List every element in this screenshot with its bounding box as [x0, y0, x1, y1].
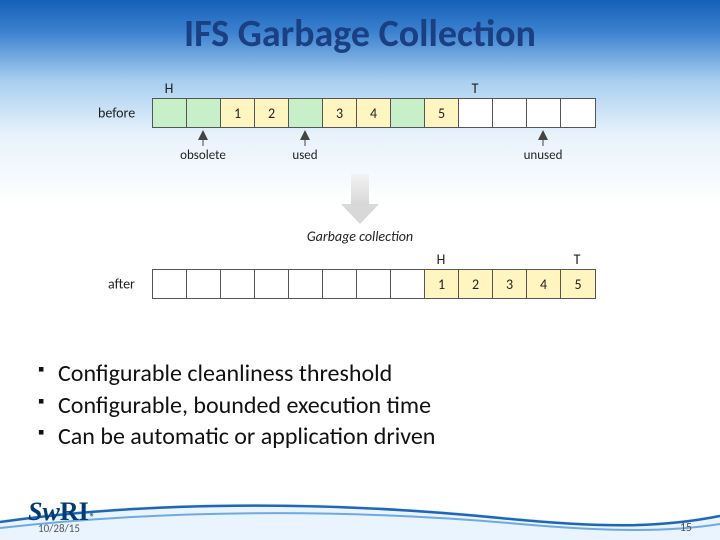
before-cells: 12 34 5 — [152, 98, 596, 128]
memory-cell — [187, 270, 221, 298]
gc-label: Garbage collection — [110, 228, 610, 245]
memory-cell — [289, 270, 323, 298]
memory-cell: 4 — [357, 99, 391, 127]
memory-cell: 4 — [527, 270, 561, 298]
memory-cell — [561, 99, 595, 127]
arrow-up-icon — [538, 130, 548, 140]
memory-cell — [493, 99, 527, 127]
memory-cell: 3 — [323, 99, 357, 127]
memory-cell — [153, 99, 187, 127]
memory-cell: 3 — [493, 270, 527, 298]
arrow-stem — [203, 140, 204, 146]
before-pointer-row: H T — [110, 80, 610, 98]
memory-cell — [459, 99, 493, 127]
memory-cell — [153, 270, 187, 298]
after-row: after 12345 — [110, 269, 610, 299]
memory-cell — [221, 270, 255, 298]
gc-diagram: H T before 12345 obsolete used unused Ga… — [110, 80, 610, 299]
annot-used: used — [292, 148, 317, 163]
footer: SwRI® 10/28/15 15 — [0, 488, 720, 540]
bullet-item: Configurable, bounded execution time — [38, 390, 678, 422]
memory-cell — [289, 99, 323, 127]
slide: IFS Garbage Collection H T before 12345 … — [0, 0, 720, 540]
footer-date: 10/28/15 — [38, 522, 80, 535]
before-label: before — [98, 105, 135, 122]
after-label: after — [108, 276, 135, 293]
pointer-t-after: T — [567, 251, 587, 268]
before-annotation-row: obsolete used unused — [110, 128, 610, 168]
memory-cell — [357, 270, 391, 298]
memory-cell — [391, 270, 425, 298]
arrow-stem — [543, 140, 544, 146]
memory-cell — [527, 99, 561, 127]
after-cells: 12345 — [152, 269, 596, 299]
before-row: before 12345 — [110, 98, 610, 128]
after-pointer-row: H T — [110, 251, 610, 269]
annot-unused: unused — [524, 148, 563, 163]
memory-cell: 5 — [425, 99, 459, 127]
page-number: 15 — [680, 521, 692, 535]
gc-arrow-icon — [341, 174, 379, 226]
bullet-item: Configurable cleanliness threshold — [38, 358, 678, 390]
memory-cell: 5 — [561, 270, 595, 298]
memory-cell: 1 — [425, 270, 459, 298]
pointer-t-before: T — [465, 80, 485, 97]
bullet-item: Can be automatic or application driven — [38, 421, 678, 453]
memory-cell — [323, 270, 357, 298]
memory-cell: 2 — [255, 99, 289, 127]
memory-cell: 2 — [459, 270, 493, 298]
wave-decoration — [0, 494, 720, 540]
memory-cell: 1 — [221, 99, 255, 127]
bullet-list: Configurable cleanliness threshold Confi… — [38, 358, 678, 453]
memory-cell — [255, 270, 289, 298]
memory-cell — [391, 99, 425, 127]
pointer-h-after: H — [431, 251, 451, 268]
arrow-stem — [305, 140, 306, 146]
annot-obsolete: obsolete — [180, 148, 226, 163]
memory-cell — [187, 99, 221, 127]
arrow-up-icon — [198, 130, 208, 140]
arrow-up-icon — [300, 130, 310, 140]
logo-registered: ® — [90, 510, 95, 523]
pointer-h-before: H — [159, 80, 179, 97]
slide-title: IFS Garbage Collection — [0, 14, 720, 56]
